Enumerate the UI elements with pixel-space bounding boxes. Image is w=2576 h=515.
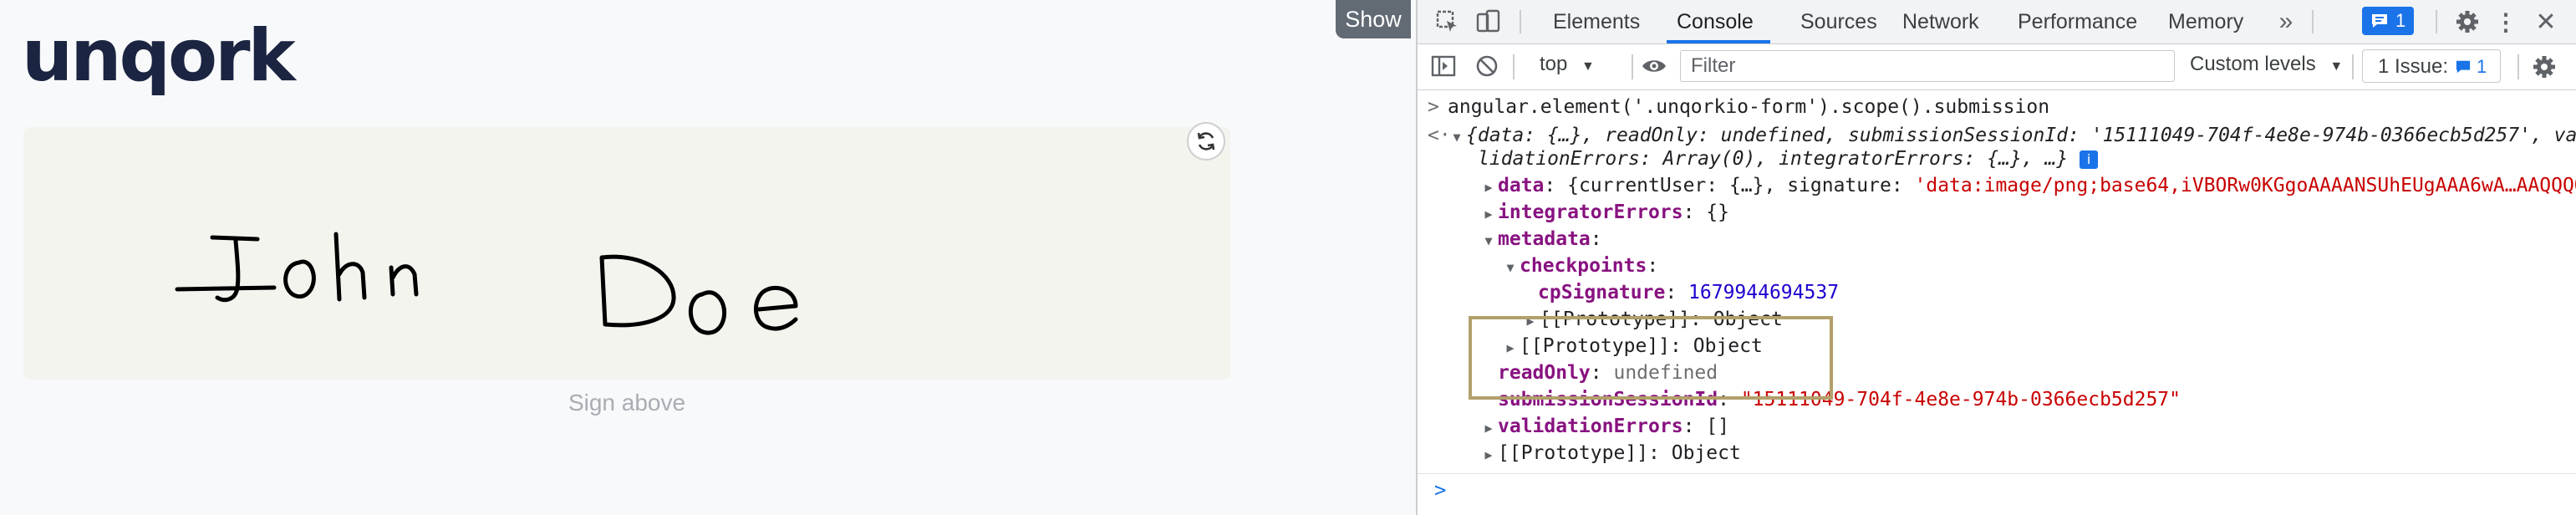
message-icon xyxy=(2456,60,2471,74)
clear-console-icon[interactable] xyxy=(1473,52,1501,80)
active-tab-indicator xyxy=(1667,40,1770,43)
tab-elements[interactable]: Elements xyxy=(1553,0,1640,43)
console-toolbar: top ▼ Filter Custom levels ▼ 1 Issue: 1 xyxy=(1418,44,2576,90)
issues-label: 1 Issue: xyxy=(2378,55,2449,78)
result-summary-part1: {data: {…}, readOnly: undefined, submiss… xyxy=(1466,125,2576,146)
device-toolbar-icon[interactable] xyxy=(1473,8,1503,35)
tree-row-validation-errors[interactable]: ▶ validationErrors: [] xyxy=(1479,413,1728,441)
app-panel: unqork Sign above Show xyxy=(0,0,1416,515)
result-summary-part2: lidationErrors: Array(0), integratorErro… xyxy=(1478,148,2069,170)
messages-badge[interactable]: 1 xyxy=(2362,7,2415,35)
log-levels-dropdown[interactable]: Custom levels ▼ xyxy=(2190,53,2343,76)
message-icon xyxy=(2372,14,2387,28)
tree-row-integrator-errors[interactable]: ▶ integratorErrors: {} xyxy=(1479,199,1728,227)
console-command: angular.element('.unqorkio-form').scope(… xyxy=(1448,96,2050,118)
metadata-highlight-box xyxy=(1469,316,1833,400)
messages-count: 1 xyxy=(2395,10,2406,31)
issues-badge: 1 xyxy=(2450,55,2492,79)
signature-pad[interactable] xyxy=(23,127,1230,380)
console-settings-gear-icon[interactable] xyxy=(2529,52,2559,82)
close-icon[interactable]: ✕ xyxy=(2531,7,2561,37)
tab-memory[interactable]: Memory xyxy=(2168,0,2243,43)
tree-row-prototype-root[interactable]: ▶ [[Prototype]]: Object xyxy=(1479,440,1740,468)
issues-button[interactable]: 1 Issue: 1 xyxy=(2362,49,2501,83)
expand-triangle-icon[interactable]: ▶ xyxy=(1479,415,1498,441)
show-button[interactable]: Show xyxy=(1336,0,1411,38)
unqork-logo: unqork xyxy=(22,14,296,98)
collapse-triangle-icon[interactable]: ▼ xyxy=(1501,254,1520,281)
signature-caption: Sign above xyxy=(568,390,686,416)
prompt-divider xyxy=(1418,473,2576,474)
tab-sources[interactable]: Sources xyxy=(1800,0,1877,43)
tree-row-cp-signature[interactable]: cpSignature: 1679944694537 xyxy=(1538,279,1839,306)
tree-row-metadata[interactable]: ▼ metadata: xyxy=(1479,226,1601,254)
tree-row-data[interactable]: ▶ data: {currentUser: {…}, signature: 'da… xyxy=(1479,172,2576,199)
settings-gear-icon[interactable] xyxy=(2452,7,2482,37)
refresh-icon xyxy=(1197,132,1215,150)
more-options-icon[interactable]: ⋮ xyxy=(2494,7,2517,37)
collapse-triangle-icon[interactable]: ▼ xyxy=(1479,227,1498,254)
expand-triangle-icon[interactable]: ▶ xyxy=(1479,174,1498,201)
refresh-button[interactable] xyxy=(1187,122,1225,161)
context-selector[interactable]: top ▼ xyxy=(1540,53,1595,76)
issues-count: 1 xyxy=(2477,56,2487,77)
tab-network[interactable]: Network xyxy=(1902,0,1979,43)
chevron-down-icon: ▼ xyxy=(2329,59,2344,74)
chevron-down-icon: ▼ xyxy=(1581,59,1595,74)
result-summary-line-2: lidationErrors: Array(0), integratorErro… xyxy=(1478,145,2099,172)
tree-row-checkpoints[interactable]: ▼ checkpoints: xyxy=(1501,252,1658,279)
signature-drawing xyxy=(175,232,798,335)
log-levels-value: Custom levels xyxy=(2190,53,2316,75)
inspect-element-icon[interactable] xyxy=(1433,8,1463,35)
context-value: top xyxy=(1540,53,1568,75)
info-icon[interactable]: i xyxy=(2080,150,2099,169)
console-input-line: > angular.element('.unqorkio-form').scope… xyxy=(1428,96,2050,118)
expand-triangle-icon[interactable]: ▶ xyxy=(1479,201,1498,227)
live-expression-eye-icon[interactable] xyxy=(1640,52,1668,80)
devtools-panel: Elements Console Sources Network Perform… xyxy=(1416,0,2576,515)
expand-triangle-icon[interactable]: ▶ xyxy=(1479,441,1498,468)
console-prompt[interactable]: > xyxy=(1434,473,1446,507)
sidebar-toggle-icon[interactable] xyxy=(1429,52,1458,80)
devtools-tabbar: Elements Console Sources Network Perform… xyxy=(1418,0,2576,44)
tab-console[interactable]: Console xyxy=(1677,0,1754,43)
filter-input[interactable]: Filter xyxy=(1680,50,2175,82)
tab-performance[interactable]: Performance xyxy=(2018,0,2137,43)
double-chevron-icon[interactable]: » xyxy=(2273,8,2299,35)
